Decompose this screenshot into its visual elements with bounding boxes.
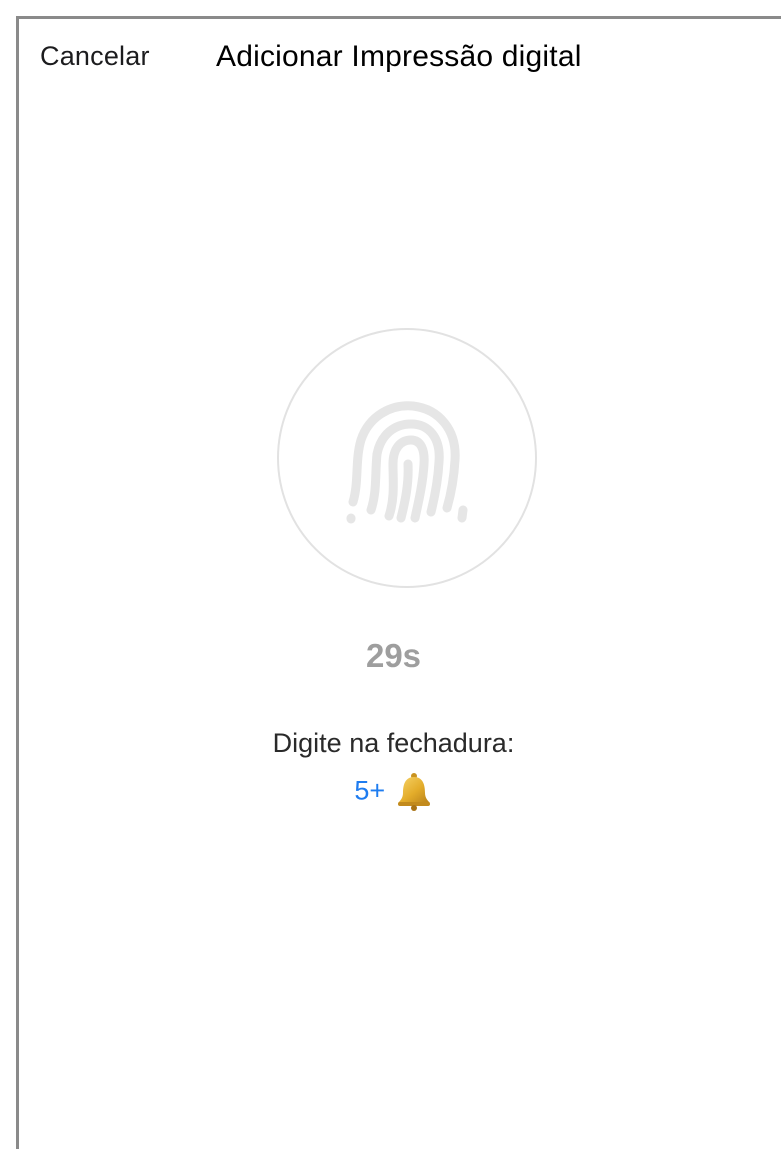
cancel-button[interactable]: Cancelar bbox=[40, 41, 150, 72]
screen-frame: Cancelar Adicionar Impressão digital 29s… bbox=[16, 16, 781, 1149]
code-text: 5+ bbox=[354, 775, 386, 806]
lock-code: 5+ bbox=[3, 771, 781, 811]
bell-icon bbox=[397, 773, 430, 811]
instruction-text: Digite na fechadura: bbox=[272, 728, 515, 758]
countdown-timer: 29s bbox=[365, 637, 422, 674]
fingerprint-icon bbox=[346, 401, 468, 524]
page-title: Adicionar Impressão digital bbox=[216, 40, 582, 73]
fingerprint-circle bbox=[277, 328, 537, 588]
navigation-bar: Cancelar Adicionar Impressão digital bbox=[19, 19, 781, 99]
